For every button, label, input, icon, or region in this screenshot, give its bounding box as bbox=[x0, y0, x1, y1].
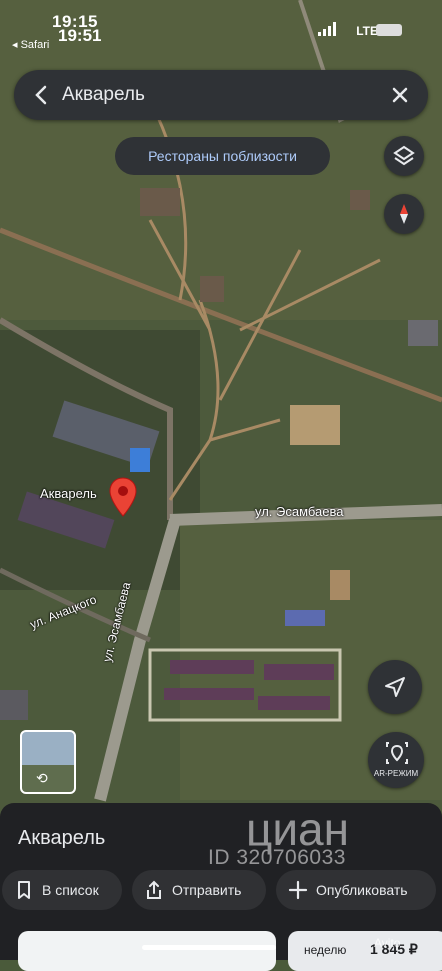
map-place-label[interactable]: Акварель bbox=[40, 486, 97, 501]
status-time-overlay: 19:51 bbox=[58, 26, 102, 45]
save-to-list-label: В список bbox=[42, 882, 99, 898]
layers-icon bbox=[393, 145, 415, 166]
home-indicator bbox=[142, 945, 276, 950]
my-location-button[interactable] bbox=[368, 660, 422, 714]
avito-watermark: Avito bbox=[374, 936, 401, 950]
price-card[interactable]: неделю 1 845 ₽ bbox=[288, 931, 442, 971]
price-period: неделю bbox=[304, 943, 347, 957]
close-icon[interactable] bbox=[388, 83, 412, 107]
search-query[interactable]: Акварель bbox=[62, 84, 145, 106]
share-icon bbox=[147, 880, 161, 899]
ar-location-icon bbox=[386, 742, 408, 764]
watermark-id: ID 320706033 bbox=[208, 846, 346, 869]
location-pin-icon[interactable] bbox=[108, 476, 138, 520]
street-view-icon: ⟲ bbox=[36, 770, 48, 786]
compass-icon bbox=[400, 204, 408, 224]
result-card[interactable] bbox=[18, 931, 276, 971]
cian-watermark: циан ID 320706033 bbox=[176, 800, 406, 890]
signal-icon bbox=[318, 22, 336, 36]
nearby-restaurants-chip[interactable]: Рестораны поблизости bbox=[115, 137, 330, 175]
battery-icon bbox=[376, 24, 402, 36]
navigation-arrow-icon bbox=[385, 677, 405, 697]
ar-mode-label: AR-РЕЖИМ bbox=[373, 769, 419, 778]
network-type: LTE bbox=[356, 24, 378, 38]
compass-button[interactable] bbox=[384, 194, 424, 234]
back-arrow-icon[interactable] bbox=[30, 83, 54, 107]
back-to-safari-link[interactable]: ◂ Safari bbox=[12, 38, 49, 51]
ar-mode-button[interactable]: AR-РЕЖИМ bbox=[368, 732, 424, 788]
search-bar[interactable]: Акварель bbox=[14, 70, 428, 120]
status-bar: 19:15 19:51 ◂ Safari LTE bbox=[0, 0, 442, 51]
layers-button[interactable] bbox=[384, 136, 424, 176]
place-title: Акварель bbox=[18, 827, 106, 849]
save-to-list-button[interactable]: В список bbox=[2, 870, 122, 910]
street-view-thumbnail[interactable]: ⟲ bbox=[20, 730, 76, 794]
street-label-esambaeva: ул. Эсамбаева bbox=[255, 504, 344, 519]
bookmark-icon bbox=[18, 881, 30, 899]
